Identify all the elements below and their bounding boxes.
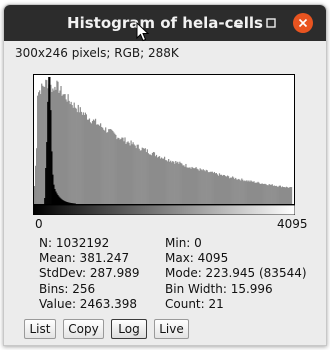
axis-max-label: 4095 — [277, 217, 308, 231]
list-button[interactable]: List — [24, 319, 56, 339]
stat-mean: Mean: 381.247 — [39, 251, 130, 266]
minimize-icon[interactable] — [229, 14, 247, 32]
axis-min-label: 0 — [35, 217, 43, 231]
histogram-plot[interactable] — [33, 74, 295, 205]
linear-histogram-bar — [74, 203, 76, 204]
close-icon[interactable] — [293, 13, 313, 33]
stat-stddev: StdDev: 287.989 — [39, 266, 140, 281]
stat-value: Value: 2463.398 — [39, 296, 138, 311]
stats-left-column: N: 1032192 Mean: 381.247 StdDev: 287.989… — [39, 236, 140, 312]
title-bar[interactable]: Histogram of hela-cells — [4, 5, 326, 41]
stats-right-column: Min: 0 Max: 4095 Mode: 223.945 (83544) B… — [165, 236, 307, 312]
log-button[interactable]: Log — [111, 319, 147, 339]
stat-max: Max: 4095 — [165, 251, 229, 266]
stat-mode: Mode: 223.945 (83544) — [165, 266, 307, 281]
stat-n: N: 1032192 — [39, 236, 110, 250]
histogram-window: Histogram of hela-cells 300x246 pixels; … — [3, 4, 327, 346]
maximize-icon[interactable] — [262, 14, 280, 32]
live-button[interactable]: Live — [154, 319, 189, 339]
mouse-cursor-icon — [136, 22, 150, 42]
copy-button[interactable]: Copy — [63, 319, 104, 339]
image-info-text: 300x246 pixels; RGB; 288K — [15, 46, 179, 60]
intensity-gradient-bar — [33, 205, 295, 215]
stat-bin-width: Bin Width: 15.996 — [165, 281, 273, 296]
stat-bins: Bins: 256 — [39, 281, 96, 296]
stat-min: Min: 0 — [165, 236, 202, 250]
log-histogram-bar — [290, 187, 293, 204]
stat-count: Count: 21 — [165, 296, 224, 311]
